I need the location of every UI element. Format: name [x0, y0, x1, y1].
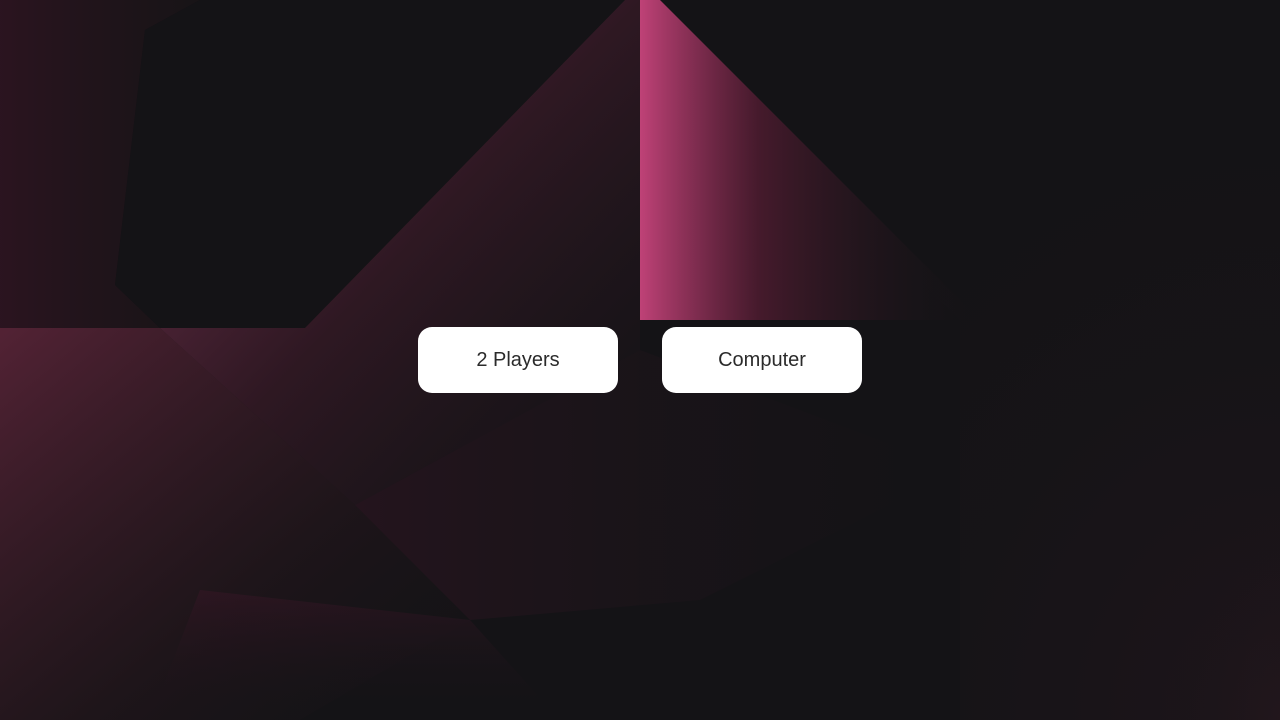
game-mode-menu: 2 Players Computer: [418, 327, 862, 393]
two-players-button[interactable]: 2 Players: [418, 327, 618, 393]
game-start-screen: 2 Players Computer: [0, 0, 1280, 720]
computer-button[interactable]: Computer: [662, 327, 862, 393]
